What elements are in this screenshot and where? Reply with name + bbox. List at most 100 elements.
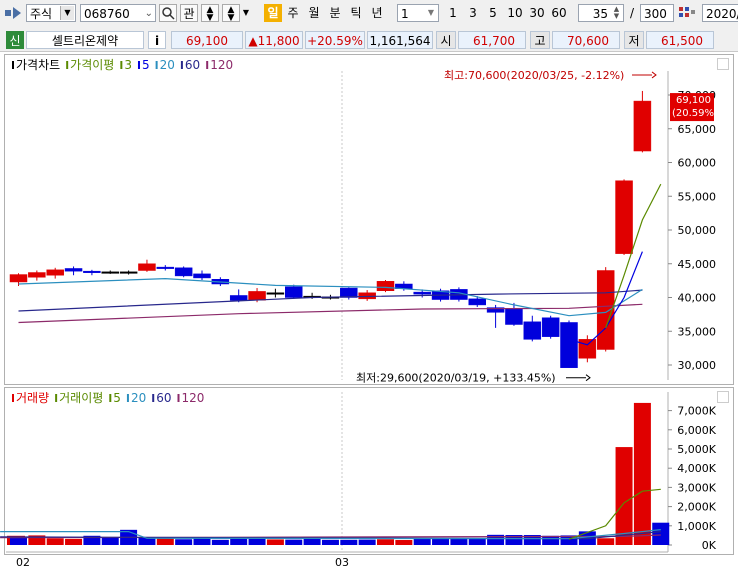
candle-body (193, 273, 211, 279)
volume-bar (285, 539, 303, 545)
volume-tick-label: 0K (702, 539, 717, 552)
candle-body (64, 268, 83, 272)
last-price-value: 69,100 (676, 95, 711, 106)
volume-bar (615, 447, 633, 545)
candle-body (174, 267, 193, 277)
legend-label: 5 (142, 58, 150, 72)
volume-bar (101, 537, 119, 545)
volume-bar (652, 522, 670, 545)
price-tick-label: 35,000 (678, 325, 717, 338)
legend-label: 60 (185, 58, 200, 72)
volume-tick-label: 4,000K (677, 462, 716, 475)
volume-bar (395, 540, 413, 545)
low-annotation: 최저:29,600(2020/03/19, +133.45%) (356, 372, 556, 385)
legend-label: 가격차트 (16, 58, 60, 72)
candle-body (83, 270, 101, 273)
legend-label: 60 (156, 391, 171, 405)
candle-body (266, 292, 285, 295)
candle-body (285, 286, 303, 298)
legend-swatch (12, 394, 14, 402)
volume-bar (65, 538, 83, 545)
price-tick-label: 30,000 (678, 359, 717, 372)
legend-swatch (120, 61, 123, 69)
high-annotation: 최고:70,600(2020/03/25, -2.12%) (444, 69, 624, 82)
legend-label: 거래이평 (59, 391, 103, 405)
price-tick-label: 40,000 (678, 292, 717, 305)
volume-bar (377, 539, 394, 545)
price-tick-label: 45,000 (678, 258, 717, 271)
legend-swatch (126, 394, 129, 402)
volume-bar (413, 538, 431, 545)
legend-label: 5 (113, 391, 121, 405)
candle-body (138, 263, 156, 271)
candles (9, 90, 652, 368)
candle-body (229, 295, 248, 301)
volume-bars (7, 402, 670, 545)
volume-moving-averages (0, 488, 661, 540)
legend-swatch (55, 394, 58, 402)
volume-bar (156, 538, 174, 545)
candle-body (156, 266, 175, 269)
volume-bar (450, 538, 468, 545)
legend-swatch (109, 394, 112, 402)
candle-body (413, 291, 431, 295)
price-moving-averages (18, 183, 662, 346)
price-tick-label: 50,000 (678, 224, 717, 237)
volume-tick-label: 2,000K (677, 501, 716, 514)
volume-tick-label: 7,000K (677, 405, 716, 418)
volume-bar (542, 535, 560, 545)
candle-body (9, 274, 28, 283)
candle-body (633, 100, 652, 152)
legend-swatch (155, 61, 158, 69)
volume-bar (248, 538, 266, 545)
volume-gridlines (6, 392, 672, 553)
legend-label: 거래량 (16, 391, 49, 405)
stock-chart[interactable]: 30,000 35,000 40,000 45,000 50,000 55,000 60,0… (0, 0, 738, 571)
legend-swatch (137, 61, 140, 69)
legend-label: 120 (210, 58, 233, 72)
legend-label: 20 (160, 58, 175, 72)
candle-body (560, 322, 578, 368)
candle-body (376, 281, 395, 291)
candle-body (46, 269, 64, 276)
volume-bar (46, 538, 64, 545)
price-tick-label: 55,000 (678, 190, 717, 203)
legends: 가격차트 가격이평 3 5 20 60 120거래량 거래이평 5 20 60 120 (12, 58, 233, 405)
legend-swatch (180, 61, 183, 69)
volume-bar (211, 539, 229, 545)
x-tick-label: 02 (16, 556, 30, 569)
low-annotation-arrowhead (585, 374, 591, 382)
volume-bar (432, 538, 450, 545)
volume-bar (340, 539, 358, 545)
volume-bar (468, 538, 486, 545)
volume-bar (633, 402, 651, 545)
candle-body (468, 298, 486, 306)
candle-body (119, 271, 138, 274)
volume-tick-label: 3,000K (677, 481, 716, 494)
last-price-rate: (20.59%) (672, 108, 718, 119)
legend-label: 20 (131, 391, 146, 405)
legend-label: 가격이평 (70, 58, 114, 72)
high-annotation-arrowhead (651, 71, 657, 79)
candle-body (541, 317, 560, 337)
legend-label: 3 (124, 58, 132, 72)
candle-body (28, 272, 46, 278)
volume-bar (597, 538, 615, 545)
price-tick-label: 65,000 (678, 123, 717, 136)
volume-tick-label: 1,000K (677, 520, 716, 533)
x-tick-label: 03 (335, 556, 349, 569)
price-tick-label: 60,000 (678, 157, 717, 170)
candle-body (101, 271, 119, 274)
legend-swatch (206, 61, 209, 69)
volume-bar (358, 539, 376, 545)
volume-tick-label: 5,000K (677, 443, 716, 456)
volume-bar (230, 538, 248, 545)
candle-body (578, 339, 597, 359)
candle-body (505, 308, 523, 325)
volume-bar (266, 539, 284, 545)
volume-bar (321, 539, 339, 545)
candle-body (523, 321, 542, 340)
candle-body (615, 180, 633, 254)
volume-tick-label: 6,000K (677, 424, 716, 437)
legend-swatch (12, 61, 14, 69)
